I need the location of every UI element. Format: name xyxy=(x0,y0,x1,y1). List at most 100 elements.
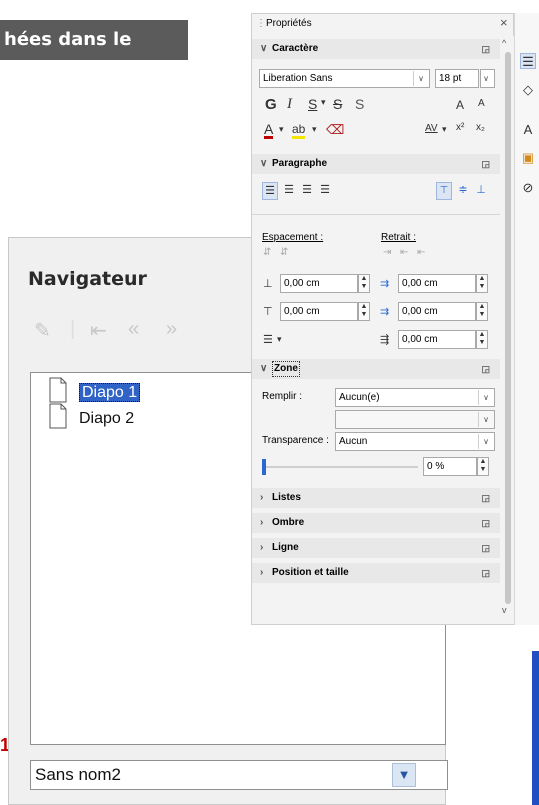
more-options-icon[interactable]: ◲ xyxy=(481,488,490,508)
clear-format-icon[interactable]: ⌫ xyxy=(326,122,344,138)
transparence-label: Transparence : xyxy=(262,435,329,446)
section-ombre[interactable]: › Ombre ◲ xyxy=(252,513,500,533)
more-options-icon[interactable]: ◲ xyxy=(481,39,490,59)
indent-after-icon: ⇉ xyxy=(380,306,390,318)
chevron-right-icon: › xyxy=(260,567,264,578)
chevron-down-icon: ∨ xyxy=(478,434,493,449)
more-options-icon[interactable]: ◲ xyxy=(481,513,490,533)
slide-heading-fragment: hées dans le xyxy=(0,20,188,60)
spacing-above-spinner[interactable]: ▲ ▼ xyxy=(358,274,370,293)
align-center-icon[interactable]: ☰ xyxy=(282,183,296,196)
superscript-button[interactable]: x² xyxy=(456,122,464,133)
first-line-indent-input[interactable]: 0,00 cm xyxy=(398,330,476,349)
section-paragraphe[interactable]: ∨ Paragraphe ◲ xyxy=(252,154,500,174)
indent-before-input[interactable]: 0,00 cm xyxy=(398,274,476,293)
shadow-button[interactable]: S xyxy=(355,96,364,112)
transparency-spinner[interactable]: ▲ ▼ xyxy=(477,457,489,476)
toolbar-divider: | xyxy=(70,318,76,340)
scroll-down-icon[interactable]: v xyxy=(502,605,507,615)
chevron-down-icon[interactable]: ▾ xyxy=(321,97,326,108)
section-listes[interactable]: › Listes ◲ xyxy=(252,488,500,508)
underline-button[interactable]: S xyxy=(308,96,317,112)
transparency-select[interactable]: Aucun ∨ xyxy=(335,432,495,451)
grow-font-button[interactable]: A xyxy=(456,98,464,112)
properties-tab-icon[interactable]: ☰ xyxy=(520,53,536,69)
chevron-down-icon: ∨ xyxy=(260,363,268,374)
fill-type-select[interactable]: Aucun(e) ∨ xyxy=(335,388,495,407)
spacing-above-input[interactable]: 0,00 cm xyxy=(280,274,358,293)
section-title: Ligne xyxy=(272,542,299,553)
chevron-down-icon[interactable]: ▾ xyxy=(312,124,317,135)
transparency-percent-input[interactable]: 0 % xyxy=(423,457,477,476)
font-name-select[interactable]: Liberation Sans ∨ xyxy=(259,69,430,88)
more-options-icon[interactable]: ◲ xyxy=(481,154,490,174)
tree-item-label: Diapo 1 xyxy=(79,383,141,402)
chevron-down-icon[interactable]: ▾ xyxy=(277,334,282,345)
bold-button[interactable]: G xyxy=(265,96,277,113)
pen-icon[interactable]: ✎ xyxy=(34,318,51,343)
align-right-icon[interactable]: ☰ xyxy=(300,183,314,196)
more-options-icon[interactable]: ◲ xyxy=(481,538,490,558)
document-select[interactable]: Sans nom2 xyxy=(30,760,448,790)
espacement-label: Espacement : xyxy=(262,232,324,243)
indent-after-spinner[interactable]: ▲ ▼ xyxy=(476,302,488,321)
shrink-font-button[interactable]: A xyxy=(478,98,485,109)
close-icon[interactable]: × xyxy=(500,15,508,30)
scrollbar-thumb[interactable] xyxy=(505,52,511,604)
section-title: Paragraphe xyxy=(272,158,328,169)
scroll-up-icon[interactable]: ^ xyxy=(502,38,506,48)
first-line-indent-value: 0,00 cm xyxy=(402,334,438,345)
chevron-down-icon[interactable]: ▾ xyxy=(442,124,447,135)
line-spacing-icon[interactable]: ☰ xyxy=(263,333,273,346)
tree-item-diapo-1[interactable]: Diapo 1 xyxy=(49,377,141,405)
align-top-icon[interactable]: ⊤ xyxy=(436,182,452,200)
previous-page-icon[interactable]: « xyxy=(128,318,139,341)
spacing-below-spinner[interactable]: ▲ ▼ xyxy=(358,302,370,321)
more-options-icon[interactable]: ◲ xyxy=(481,563,490,583)
first-line-indent-spinner[interactable]: ▲ ▼ xyxy=(476,330,488,349)
navigator-title: Navigateur xyxy=(28,268,147,290)
section-position-taille[interactable]: › Position et taille ◲ xyxy=(252,563,500,583)
italic-button[interactable]: I xyxy=(287,96,292,113)
align-left-icon[interactable]: ☰ xyxy=(262,182,278,200)
chevron-down-icon[interactable]: ▾ xyxy=(279,124,284,135)
increase-indent-icon: ⇥ xyxy=(383,247,392,258)
transparency-percent-value: 0 % xyxy=(427,461,445,472)
page-icon xyxy=(49,377,67,403)
align-bottom-icon[interactable]: ⊥ xyxy=(474,183,488,196)
strikethrough-button[interactable]: S xyxy=(333,96,342,112)
indent-before-value: 0,00 cm xyxy=(402,278,438,289)
styles-tab-icon[interactable]: A xyxy=(520,122,536,138)
char-spacing-button[interactable]: AV xyxy=(425,123,438,134)
indent-after-input[interactable]: 0,00 cm xyxy=(398,302,476,321)
section-title: Listes xyxy=(272,492,301,503)
indent-before-icon: ⇉ xyxy=(380,278,390,290)
subscript-button[interactable]: x₂ xyxy=(476,122,485,133)
section-zone[interactable]: ∨ Zone ◲ xyxy=(252,359,500,379)
indent-before-spinner[interactable]: ▲ ▼ xyxy=(476,274,488,293)
font-size-select[interactable]: 18 pt xyxy=(435,69,479,88)
align-middle-icon[interactable]: ≑ xyxy=(456,183,470,196)
more-options-icon[interactable]: ◲ xyxy=(481,359,490,379)
align-justify-icon[interactable]: ☰ xyxy=(318,183,332,196)
tree-item-diapo-2[interactable]: Diapo 2 xyxy=(49,403,134,431)
first-page-icon[interactable]: ⇤ xyxy=(90,318,107,343)
spacing-below-input[interactable]: 0,00 cm xyxy=(280,302,358,321)
next-page-icon[interactable]: » xyxy=(166,318,177,341)
section-title: Ombre xyxy=(272,517,305,528)
transparency-slider-handle[interactable] xyxy=(262,459,266,475)
highlight-icon[interactable]: ab xyxy=(292,122,306,139)
font-color-button[interactable]: A xyxy=(264,122,274,139)
window-edge-accent xyxy=(532,651,539,805)
navigator-tab-icon[interactable]: ⊘ xyxy=(520,180,536,196)
chevron-down-icon[interactable]: ▼ xyxy=(392,763,416,787)
shapes-tab-icon[interactable]: ◇ xyxy=(520,82,536,98)
spacing-above-value: 0,00 cm xyxy=(284,278,320,289)
gallery-tab-icon[interactable]: ▣ xyxy=(520,150,536,166)
section-ligne[interactable]: › Ligne ◲ xyxy=(252,538,500,558)
chevron-right-icon: › xyxy=(260,542,264,553)
transparency-value: Aucun xyxy=(339,436,368,447)
section-caractere[interactable]: ∨ Caractère ◲ xyxy=(252,39,500,59)
transparency-slider-track[interactable] xyxy=(263,466,418,468)
font-size-dropdown[interactable]: ∨ xyxy=(480,69,495,88)
